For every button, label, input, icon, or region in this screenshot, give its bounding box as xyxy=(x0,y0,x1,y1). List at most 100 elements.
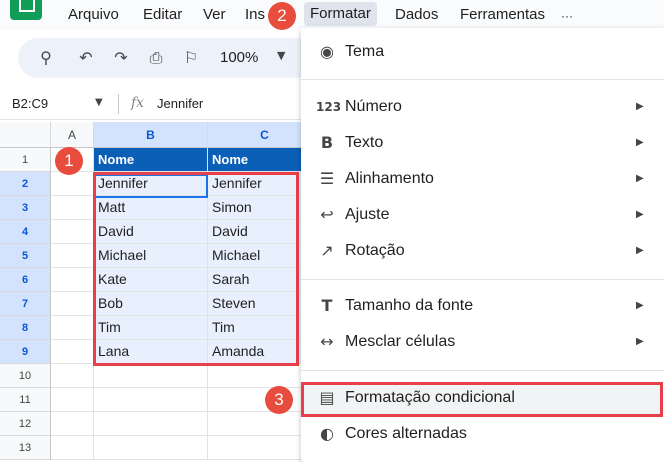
step-badge-1: 1 xyxy=(55,147,83,175)
menu-dados[interactable]: Dados xyxy=(395,6,438,23)
column-header-a[interactable]: A xyxy=(51,122,94,148)
divider xyxy=(301,279,664,280)
merge-cells-icon: ↔ xyxy=(320,332,334,351)
row-header[interactable]: 10 xyxy=(0,364,51,388)
chevron-down-icon[interactable]: ▼ xyxy=(95,97,103,108)
table-cell[interactable] xyxy=(51,244,94,268)
table-cell[interactable] xyxy=(51,388,94,412)
name-box[interactable]: B2:C9 xyxy=(12,96,48,111)
table-cell[interactable] xyxy=(51,220,94,244)
select-all-corner[interactable] xyxy=(0,122,51,148)
align-left-icon: ☰ xyxy=(319,169,335,188)
menu-formatar[interactable]: Formatar xyxy=(304,2,377,26)
table-cell[interactable] xyxy=(51,196,94,220)
chevron-right-icon: ▶ xyxy=(636,101,644,112)
menu-item-label: Tema xyxy=(345,43,385,60)
paint-format-icon[interactable]: ⚐ xyxy=(181,48,201,68)
menu-item-label: Alinhamento xyxy=(345,170,434,187)
step-badge-3: 3 xyxy=(265,386,293,414)
table-cell[interactable] xyxy=(94,388,208,412)
table-cell[interactable] xyxy=(94,364,208,388)
text-wrap-icon: ↩ xyxy=(320,205,334,224)
chevron-right-icon: ▶ xyxy=(636,245,644,256)
row-header[interactable]: 9 xyxy=(0,340,51,364)
table-cell[interactable] xyxy=(51,436,94,460)
row-header[interactable]: 3 xyxy=(0,196,51,220)
chevron-right-icon: ▶ xyxy=(636,300,644,311)
menu-item-ajuste[interactable]: ↩ Ajuste ▶ xyxy=(301,198,664,232)
divider xyxy=(301,79,664,80)
row-header[interactable]: 13 xyxy=(0,436,51,460)
menu-item-texto[interactable]: B Texto ▶ xyxy=(301,126,664,160)
table-cell[interactable] xyxy=(51,364,94,388)
print-icon[interactable]: ⎙ xyxy=(146,48,166,68)
row-header[interactable]: 1 xyxy=(0,148,51,172)
table-cell[interactable]: Kate xyxy=(94,268,208,292)
table-cell[interactable] xyxy=(51,172,94,196)
table-cell[interactable] xyxy=(51,292,94,316)
menu-item-cores-alternadas[interactable]: ◐ Cores alternadas xyxy=(301,417,664,451)
sheets-logo-icon[interactable] xyxy=(10,0,42,20)
table-cell[interactable] xyxy=(51,268,94,292)
table-cell[interactable]: Michael xyxy=(94,244,208,268)
table-cell[interactable]: Bob xyxy=(94,292,208,316)
bold-icon: B xyxy=(320,133,334,152)
table-cell[interactable] xyxy=(51,316,94,340)
table-cell[interactable]: Lana xyxy=(94,340,208,364)
column-header-b[interactable]: B xyxy=(94,122,208,148)
table-cell[interactable]: Tim xyxy=(94,316,208,340)
row-header[interactable]: 4 xyxy=(0,220,51,244)
menu-more[interactable]: ··· xyxy=(561,9,573,23)
menu-item-mesclar[interactable]: ↔ Mesclar células ▶ xyxy=(301,325,664,359)
fx-icon: fx xyxy=(131,95,145,111)
chevron-down-icon[interactable]: ▼ xyxy=(277,49,285,62)
menu-item-tamanho-fonte[interactable]: T Tamanho da fonte ▶ xyxy=(301,289,664,323)
number-format-icon: 123 xyxy=(316,100,342,114)
menu-ferramentas[interactable]: Ferramentas xyxy=(460,6,545,23)
format-menu-dropdown: ◉ Tema 123 Número ▶ B Texto ▶ ☰ Alinhame… xyxy=(301,28,664,462)
row-header[interactable]: 7 xyxy=(0,292,51,316)
table-cell[interactable] xyxy=(51,340,94,364)
redo-icon[interactable]: ↷ xyxy=(111,48,131,68)
row-header[interactable]: 5 xyxy=(0,244,51,268)
menu-inserir[interactable]: Ins xyxy=(245,6,265,23)
menu-item-label: Rotação xyxy=(345,242,405,259)
menu-item-tema[interactable]: ◉ Tema xyxy=(301,35,664,69)
step-badge-2: 2 xyxy=(268,2,296,30)
table-cell[interactable]: David xyxy=(94,220,208,244)
palette-icon: ◉ xyxy=(320,42,334,61)
menu-editar[interactable]: Editar xyxy=(143,6,182,23)
menu-item-label: Ajuste xyxy=(345,206,390,223)
menu-item-numero[interactable]: 123 Número ▶ xyxy=(301,90,664,124)
paint-roller-icon: ▤ xyxy=(319,388,335,407)
table-cell[interactable]: Jennifer xyxy=(94,172,208,196)
row-header[interactable]: 6 xyxy=(0,268,51,292)
menu-item-label: Texto xyxy=(345,134,384,151)
menu-item-rotacao[interactable]: ↗ Rotação ▶ xyxy=(301,234,664,268)
font-size-icon: T xyxy=(321,296,333,315)
row-header[interactable]: 12 xyxy=(0,412,51,436)
row-header[interactable]: 11 xyxy=(0,388,51,412)
header-cell[interactable]: Nome xyxy=(94,148,208,172)
undo-icon[interactable]: ↶ xyxy=(76,48,96,68)
divider xyxy=(118,94,119,114)
formula-input[interactable]: Jennifer xyxy=(157,96,203,111)
menu-item-formatacao-condicional[interactable]: ▤ Formatação condicional xyxy=(301,381,664,415)
table-cell[interactable] xyxy=(51,412,94,436)
chevron-right-icon: ▶ xyxy=(636,137,644,148)
menu-item-label: Número xyxy=(345,98,402,115)
table-cell[interactable] xyxy=(94,412,208,436)
menu-item-label: Mesclar células xyxy=(345,333,456,350)
table-cell[interactable]: Matt xyxy=(94,196,208,220)
divider xyxy=(301,370,664,371)
table-cell[interactable] xyxy=(94,436,208,460)
menu-item-label: Tamanho da fonte xyxy=(345,297,474,314)
menu-arquivo[interactable]: Arquivo xyxy=(68,6,119,23)
menu-item-alinhamento[interactable]: ☰ Alinhamento ▶ xyxy=(301,162,664,196)
row-header[interactable]: 8 xyxy=(0,316,51,340)
menu-item-label: Formatação condicional xyxy=(345,389,515,406)
menu-ver[interactable]: Ver xyxy=(203,6,226,23)
row-header[interactable]: 2 xyxy=(0,172,51,196)
zoom-select[interactable]: 100% xyxy=(220,49,258,66)
search-icon[interactable]: ⚲ xyxy=(36,48,56,68)
